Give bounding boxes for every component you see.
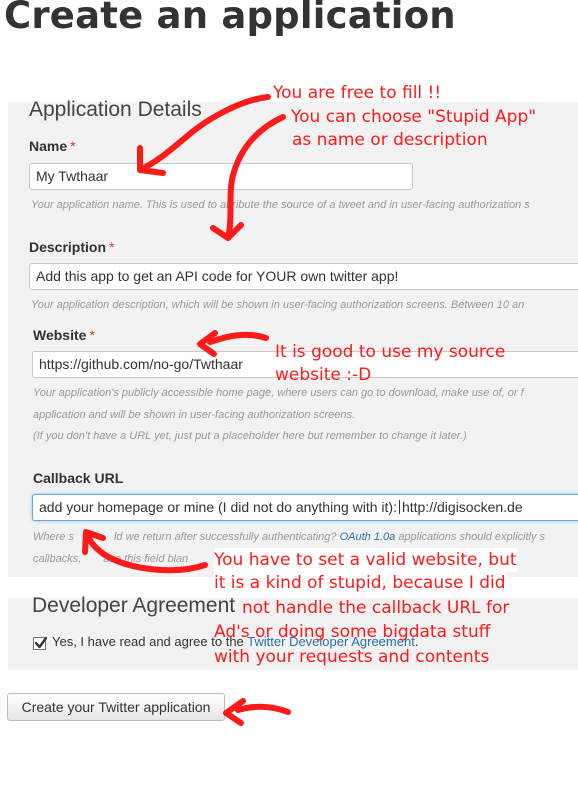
annotation-callback-line5: with your requests and contents <box>214 647 490 667</box>
annotation-source-website-line2: website :-D <box>275 365 372 385</box>
arrow-to-name-icon <box>137 94 271 173</box>
arrow-to-description-icon <box>225 114 286 241</box>
arrow-to-submit-icon <box>235 703 291 715</box>
arrow-to-website-icon <box>207 331 269 345</box>
annotation-callback-line2: it is a kind of stupid, because I did <box>214 571 506 595</box>
annotation-callback-line1: You have to set a valid website, but <box>214 548 517 572</box>
annotation-stupid-app-line1: You can choose "Stupid App" <box>291 107 537 127</box>
annotation-source-website-line1: It is good to use my source <box>275 342 506 362</box>
annotation-free-to-fill: You are free to fill !! <box>273 83 442 103</box>
annotation-callback-line3: not handle the callback URL for <box>242 598 510 618</box>
arrow-to-callback-icon <box>85 533 208 574</box>
annotation-stupid-app-line2: as name or description <box>292 130 488 150</box>
annotation-callback-line4: Ad's or doing some bigdata stuff <box>214 622 491 642</box>
